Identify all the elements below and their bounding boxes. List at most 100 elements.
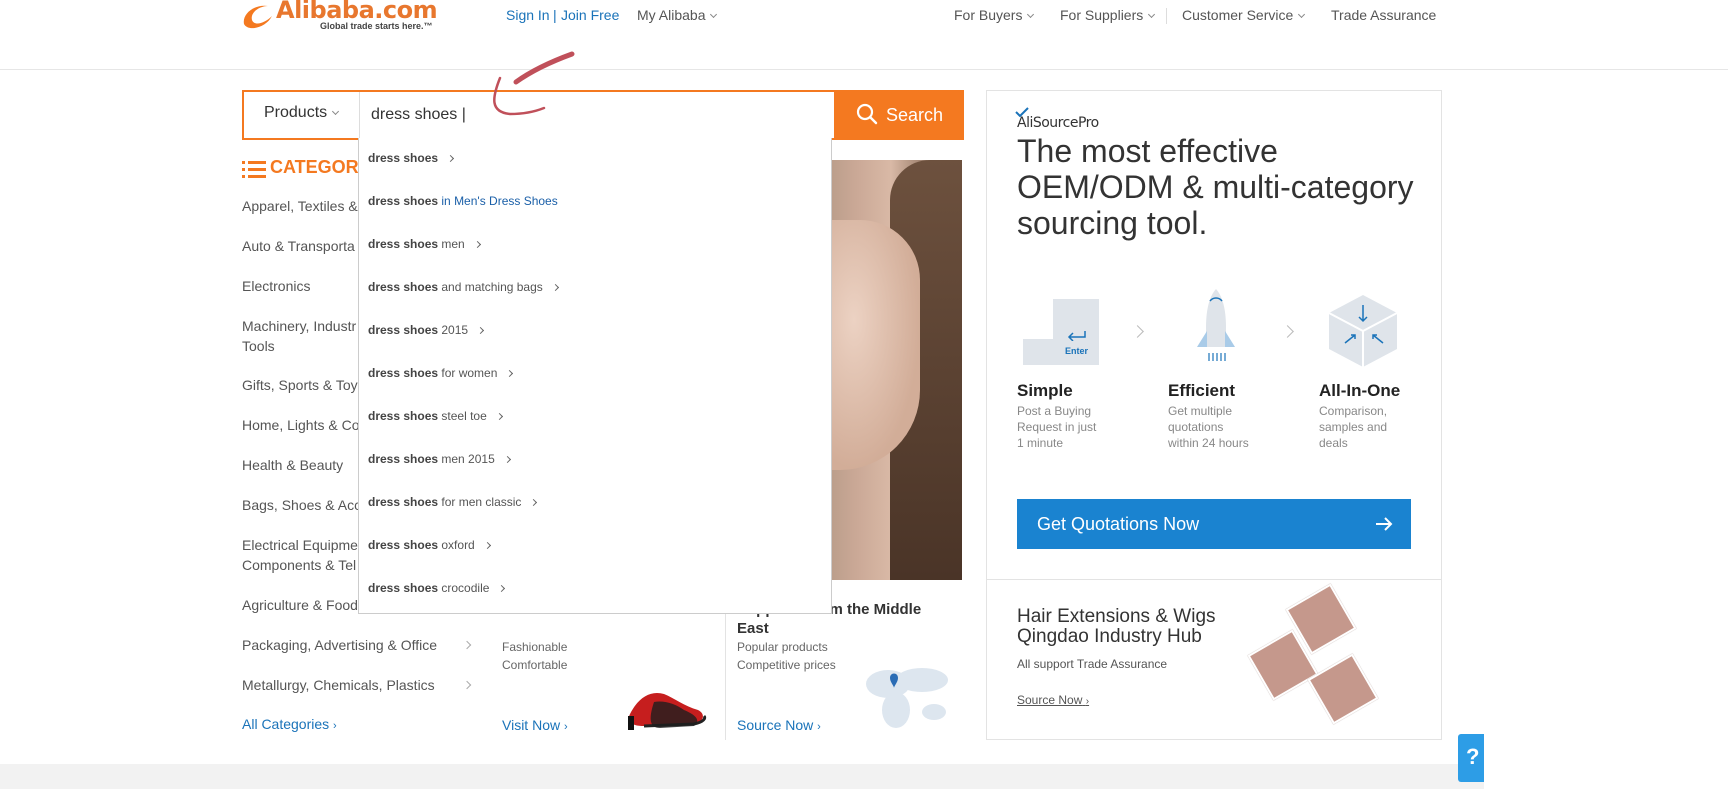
chevron-right-icon [462,680,472,690]
tile-shoes-line2: Comfortable [502,658,568,672]
step-simple-title: Simple [1017,381,1073,400]
tile-middle-east-line1: Popular products [737,640,828,654]
suggestion-term: dress shoes [368,151,439,165]
hub-source-now-label: Source Now [1017,693,1083,707]
chevron-right-icon [462,640,472,650]
suggestion-item[interactable]: dress shoes and matching bags [368,280,559,294]
suggestion-rest: oxford [438,538,475,552]
chevron-right-icon: › [333,720,337,732]
chevron-right-icon: › [563,721,568,733]
join-free-link[interactable]: Join Free [561,7,619,23]
suggestion-item[interactable]: dress shoes for women [368,366,514,380]
suggestion-item[interactable]: dress shoes oxford [368,538,491,552]
tile-middle-east-line2: Competitive prices [737,658,836,672]
chevron-right-icon [483,541,491,550]
suggestion-item[interactable]: dress shoes [368,151,455,165]
source-now-link[interactable]: Source Now › [737,717,821,733]
category-home[interactable]: Home, Lights & Co [242,415,360,435]
step-efficient-line2: quotations [1168,420,1224,434]
step-allinone-line1: Comparison, [1319,404,1388,418]
chevron-right-icon: › [817,721,821,733]
category-apparel[interactable]: Apparel, Textiles & [242,196,358,216]
search-button[interactable]: Search [834,90,964,140]
chevron-right-icon [503,455,511,464]
visit-now-link[interactable]: Visit Now › [502,717,568,733]
chevron-right-icon [447,154,455,163]
suggestion-item[interactable]: dress shoes in Men's Dress Shoes [368,194,558,208]
step-allinone-line3: deals [1319,436,1348,450]
suggestion-item[interactable]: dress shoes men [368,237,481,251]
category-machinery[interactable]: Machinery, Industr [242,316,356,336]
category-electronics[interactable]: Electronics [242,276,310,296]
panel-headline: The most effective OEM/ODM & multi-categ… [1017,133,1414,241]
suggestion-term: dress shoes [368,581,439,595]
hair-product-image[interactable] [1307,653,1379,725]
suggestion-rest: and matching bags [438,280,543,294]
alibaba-logo[interactable]: Alibaba.com Global trade starts here.™ [240,0,450,34]
category-bags[interactable]: Bags, Shoes & Acc [242,495,361,515]
category-health[interactable]: Health & Beauty [242,455,343,475]
promo-banner-image[interactable] [820,160,962,580]
search-input[interactable] [361,92,834,138]
cube-icon [1328,295,1398,367]
my-alibaba-menu[interactable]: My Alibaba [637,7,716,23]
category-agriculture[interactable]: Agriculture & Food [242,595,358,615]
alisourcepro-logo-label: AliSourcePro [1017,115,1099,131]
source-now-label: Source Now [737,717,814,733]
annotation-scribble [493,51,575,116]
suggestion-term: dress shoes [368,237,439,251]
suggestion-term: dress shoes [368,323,439,337]
for-suppliers-menu[interactable]: For Suppliers [1060,7,1154,23]
category-packaging[interactable]: Packaging, Advertising & Office [242,635,437,655]
chevron-right-icon [498,584,506,593]
suggestion-term: dress shoes [368,409,439,423]
category-auto[interactable]: Auto & Transporta [242,236,355,256]
visit-now-label: Visit Now [502,717,561,733]
chevron-right-icon [1131,325,1144,338]
chevron-right-icon [1281,325,1294,338]
suggestion-item[interactable]: dress shoes 2015 [368,323,485,337]
suggestion-item[interactable]: dress shoes steel toe [368,409,503,423]
enter-arrow-icon [1067,331,1086,341]
suggestion-rest: men 2015 [438,452,495,466]
rocket-icon [1197,289,1235,361]
panel-separator [987,579,1441,580]
suggestion-item[interactable]: dress shoes crocodile [368,581,506,595]
search-icon [856,103,878,125]
all-categories-link[interactable]: All Categories › [242,716,337,732]
get-quotations-button[interactable]: Get Quotations Now [1017,499,1411,549]
suggestion-item[interactable]: dress shoes for men classic [368,495,538,509]
category-electrical-line2[interactable]: Components & Tel [242,555,356,575]
help-button[interactable]: ? [1458,734,1484,782]
category-gifts[interactable]: Gifts, Sports & Toy [242,375,358,395]
trade-assurance-link[interactable]: Trade Assurance [1331,7,1436,23]
for-buyers-menu[interactable]: For Buyers [954,7,1033,23]
tile-divider [725,600,726,740]
suggestion-rest: crocodile [438,581,490,595]
category-electrical[interactable]: Electrical Equipme [242,535,358,555]
chevron-right-icon [477,326,485,335]
hub-title: Hair Extensions & Wigs Qingdao Industry … [1017,606,1216,647]
logo-tagline: Global trade starts here.™ [320,21,433,31]
category-metallurgy[interactable]: Metallurgy, Chemicals, Plastics [242,675,435,695]
suggestion-item[interactable]: dress shoes men 2015 [368,452,511,466]
suggestion-rest: for men classic [438,495,522,509]
shoe-image [628,692,707,730]
alisourcepro-panel: AliSourcePro The most effective OEM/ODM … [986,90,1442,740]
suggestion-category: Men's Dress Shoes [454,194,558,208]
enter-key-label: Enter [1065,346,1089,356]
step-efficient-line1: Get multiple [1168,404,1233,418]
sign-in-link[interactable]: Sign In [506,7,550,23]
list-icon [242,161,266,178]
customer-service-menu[interactable]: Customer Service [1182,7,1304,23]
enter-key-icon: Enter [1023,299,1099,365]
tile-shoes-line1: Fashionable [502,640,568,654]
chevron-right-icon [506,369,514,378]
search-suggestions-dropdown: dress shoes dress shoes in Men's Dress S… [358,138,832,614]
category-machinery-line2[interactable]: Tools [242,336,275,356]
step-efficient-title: Efficient [1168,381,1236,400]
step-efficient-line3: within 24 hours [1168,436,1249,450]
search-category-select[interactable]: Products [244,92,360,138]
hub-source-now-link[interactable]: Source Now › [1017,693,1089,707]
chevron-right-icon [495,412,503,421]
